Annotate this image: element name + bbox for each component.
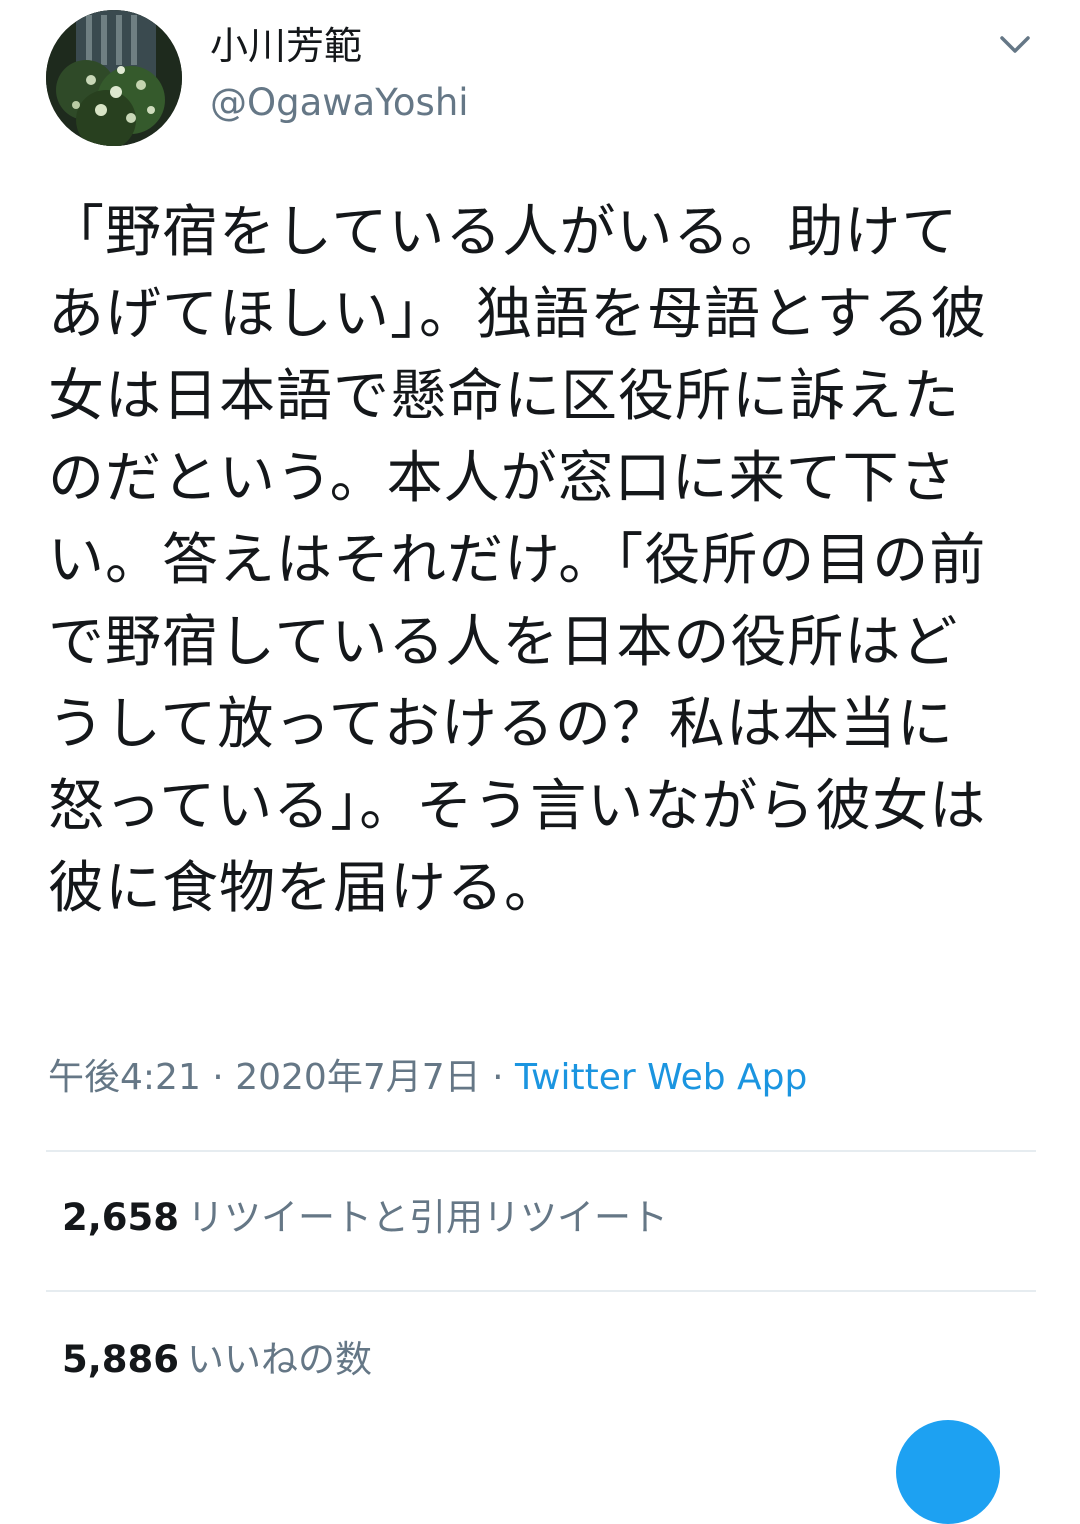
- likes-count: 5,886: [62, 1338, 180, 1381]
- meta-separator: ·: [492, 1057, 504, 1098]
- divider: [46, 1150, 1036, 1152]
- retweets-stat[interactable]: 2,658 リツイートと引用リツイート: [62, 1194, 668, 1242]
- tweet-time[interactable]: 午後4:21: [48, 1057, 201, 1098]
- divider: [46, 1290, 1036, 1292]
- author-handle[interactable]: @OgawaYoshi: [210, 80, 469, 126]
- compose-button[interactable]: [896, 1420, 1000, 1524]
- tweet-meta: 午後4:21 · 2020年7月7日 · Twitter Web App: [48, 1054, 807, 1102]
- likes-stat[interactable]: 5,886 いいねの数: [62, 1336, 372, 1384]
- retweets-count: 2,658: [62, 1196, 180, 1239]
- likes-label: いいねの数: [187, 1338, 373, 1381]
- chevron-down-icon[interactable]: [990, 22, 1040, 66]
- avatar[interactable]: [46, 10, 182, 146]
- avatar-image: [46, 10, 182, 146]
- tweet-source-link[interactable]: Twitter Web App: [515, 1057, 807, 1098]
- author-display-name[interactable]: 小川芳範: [210, 22, 362, 70]
- tweet-header: 小川芳範 @OgawaYoshi: [0, 0, 1080, 160]
- meta-separator: ·: [212, 1057, 224, 1098]
- retweets-label: リツイートと引用リツイート: [187, 1196, 669, 1239]
- tweet-date[interactable]: 2020年7月7日: [235, 1057, 480, 1098]
- tweet-text: 「野宿をしている人がいる。助けてあげてほしい」。独語を母語とする彼女は日本語で懸…: [48, 200, 988, 921]
